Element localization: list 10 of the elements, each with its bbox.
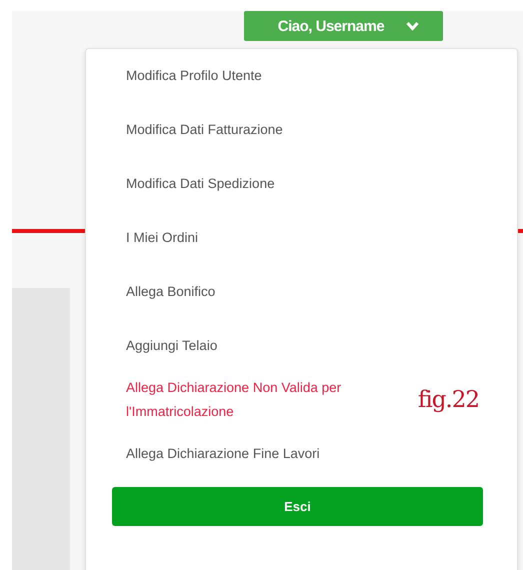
- figure-label: fig.22: [418, 387, 479, 413]
- menu-item[interactable]: Allega Bonifico: [126, 280, 216, 304]
- menu-item[interactable]: Allega Dichiarazione Non Valida per l'Immatricolazione: [126, 376, 416, 424]
- menu-item[interactable]: Modifica Profilo Utente: [126, 64, 262, 88]
- menu-item[interactable]: Modifica Dati Fatturazione: [126, 118, 283, 142]
- menu-item[interactable]: Modifica Dati Spedizione: [126, 172, 275, 196]
- menu-item[interactable]: Allega Dichiarazione Fine Lavori: [126, 442, 320, 466]
- menu-item[interactable]: I Miei Ordini: [126, 226, 198, 250]
- chevron-down-icon: [406, 21, 420, 31]
- menu-item[interactable]: Aggiungi Telaio: [126, 334, 218, 358]
